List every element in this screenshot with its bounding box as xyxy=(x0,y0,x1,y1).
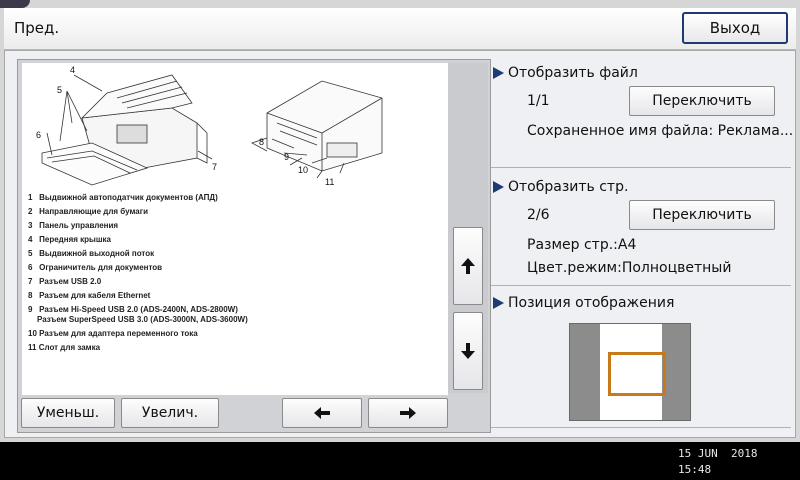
divider xyxy=(491,285,791,286)
callout-7: 7 xyxy=(212,162,217,172)
legend-item: 9 Разъем Hi-Speed USB 2.0 (ADS-2400N, AD… xyxy=(28,305,248,324)
arrow-left-icon xyxy=(314,407,330,419)
legend-item: 3 Панель управления xyxy=(28,221,119,230)
file-section-heading: Отобразить файл xyxy=(493,65,638,81)
legend-item: 8 Разъем для кабеля Ethernet xyxy=(28,291,151,300)
viewport-frame[interactable] xyxy=(608,352,666,396)
triangle-icon xyxy=(493,181,504,193)
corner-decoration xyxy=(0,0,30,8)
legend-item: 11 Слот для замка xyxy=(28,343,101,352)
arrow-down-icon xyxy=(461,343,475,359)
side-panel: Отобразить файл 1/1 Переключить Сохранен… xyxy=(491,59,794,433)
callout-6: 6 xyxy=(36,130,41,140)
next-page-button[interactable] xyxy=(368,398,448,428)
zoom-in-button[interactable]: Увелич. xyxy=(121,398,219,428)
document-preview[interactable]: 4 5 6 7 8 9 10 11 1 Выдвижной автоподатч… xyxy=(22,63,448,395)
file-counter: 1/1 xyxy=(527,93,550,109)
legend-item: 6 Ограничитель для документов xyxy=(28,263,163,272)
legend-item: 1 Выдвижной автоподатчик документов (АПД… xyxy=(28,193,218,202)
page-section-heading: Отобразить стр. xyxy=(493,179,628,195)
legend-item: 2 Направляющие для бумаги xyxy=(28,207,148,216)
callout-8: 8 xyxy=(259,137,264,147)
time-text: 15:48 xyxy=(678,463,712,476)
legend-item: 5 Выдвижной выходной поток xyxy=(28,249,155,258)
date-text: 15 JUN 2018 xyxy=(678,447,758,460)
legend-item: 10 Разъем для адаптера переменного тока xyxy=(28,329,198,338)
zoom-out-button[interactable]: Уменьш. xyxy=(21,398,115,428)
screen: Пред. Выход 4 5 6 7 8 9 10 11 1 Выдвижно… xyxy=(0,0,800,442)
saved-file-name: Сохраненное имя файла: Реклама... xyxy=(527,123,794,139)
scroll-down-button[interactable] xyxy=(453,312,483,390)
legend-item: 4 Передняя крышка xyxy=(28,235,111,244)
page-switch-button[interactable]: Переключить xyxy=(629,200,775,230)
legend-list: 1 Выдвижной автоподатчик документов (АПД… xyxy=(28,191,438,355)
callout-4: 4 xyxy=(70,65,75,75)
page-size: Размер стр.:A4 xyxy=(527,237,637,253)
callout-9: 9 xyxy=(284,152,289,162)
arrow-right-icon xyxy=(400,407,416,419)
datetime: 15 JUN 2018 15:48 xyxy=(678,446,757,478)
header-bar: Пред. Выход xyxy=(4,8,796,50)
scanner-diagram: 4 5 6 7 8 9 10 11 xyxy=(36,65,383,187)
prev-page-button[interactable] xyxy=(282,398,362,428)
triangle-icon xyxy=(493,297,504,309)
callout-5: 5 xyxy=(57,85,62,95)
exit-button[interactable]: Выход xyxy=(682,12,788,44)
page-title: Пред. xyxy=(14,19,60,37)
color-mode: Цвет.режим:Полноцветный xyxy=(527,260,732,276)
callout-10: 10 xyxy=(298,165,308,175)
display-position-map[interactable] xyxy=(569,323,691,421)
callout-11: 11 xyxy=(325,177,334,187)
scroll-up-button[interactable] xyxy=(453,227,483,305)
preview-frame: 4 5 6 7 8 9 10 11 1 Выдвижной автоподатч… xyxy=(17,59,491,433)
file-switch-button[interactable]: Переключить xyxy=(629,86,775,116)
triangle-icon xyxy=(493,67,504,79)
page-counter: 2/6 xyxy=(527,207,550,223)
main-panel: 4 5 6 7 8 9 10 11 1 Выдвижной автоподатч… xyxy=(4,50,796,438)
position-section-heading: Позиция отображения xyxy=(493,295,674,311)
arrow-up-icon xyxy=(461,258,475,274)
legend-item: 7 Разъем USB 2.0 xyxy=(28,277,102,286)
divider xyxy=(491,427,791,428)
divider xyxy=(491,167,791,168)
